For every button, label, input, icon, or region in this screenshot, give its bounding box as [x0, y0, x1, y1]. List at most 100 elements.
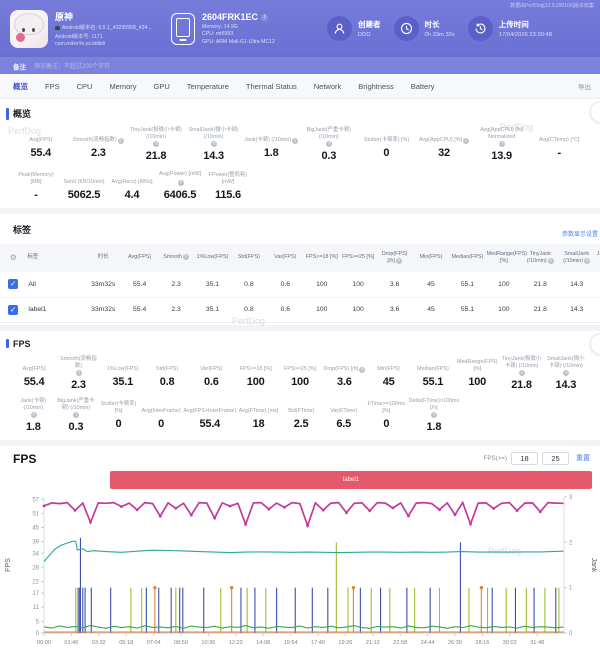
tab-brightness[interactable]: Brightness [358, 82, 393, 91]
info-icon[interactable]: ? [519, 370, 525, 376]
clock-icon [394, 16, 419, 41]
info-icon[interactable]: ? [178, 180, 184, 186]
fps-stats-section: FPS Avg(FPS)55.4Smooth(流畅指数)?2.31%Low(FP… [0, 331, 600, 440]
stat-value: 55.4 [13, 376, 55, 388]
info-icon[interactable]: ? [463, 138, 469, 144]
stat-cell: Jank(卡顿) (/10min)?1.8 [242, 125, 300, 164]
info-icon[interactable]: ? [563, 370, 569, 376]
device-info-icon[interactable]: i [261, 14, 268, 21]
label1-banner[interactable]: label1 [110, 471, 592, 489]
stat-label: Var(FPS) [190, 356, 232, 373]
stat-value: 0 [366, 418, 407, 430]
info-icon[interactable]: ? [183, 254, 189, 260]
stat-cell: Avg(FPS)55.4 [12, 354, 56, 393]
info-icon[interactable]: ? [31, 412, 37, 418]
labels-title: 标签 [13, 225, 31, 235]
fps-threshold-input-2[interactable]: 25 [542, 452, 569, 465]
stat-label: FPS>=25 [%] [279, 356, 321, 373]
stat-value: 3.6 [323, 376, 365, 388]
stat-value: 1.8 [243, 147, 299, 159]
stat-label: Min(FPS) [367, 356, 409, 373]
stat-label: Send (KB/10min) [61, 169, 107, 186]
table-cell: 21.8 [522, 297, 558, 322]
tab-fps[interactable]: FPS [45, 82, 60, 91]
device-name: 2604FRK1EC [202, 12, 258, 22]
stat-label: Smooth(流畅指数)? [57, 356, 99, 376]
fps-threshold-input-1[interactable]: 18 [511, 452, 538, 465]
svg-text:28: 28 [32, 565, 39, 571]
stat-label: 1%Low(FPS) [102, 356, 144, 373]
tab-memory[interactable]: Memory [109, 82, 136, 91]
info-icon[interactable]: ? [431, 412, 437, 418]
duration-label: 时长 [425, 19, 455, 30]
column-header: FPS>=18 [%] [304, 244, 340, 272]
reset-button[interactable]: 重置 [576, 453, 590, 463]
stat-value: 55.4 [13, 147, 69, 159]
svg-text:45: 45 [32, 525, 39, 531]
info-icon[interactable]: ? [396, 258, 402, 264]
svg-text:22:58: 22:58 [393, 640, 407, 646]
stat-label: MedRange(FPS)[%] [456, 356, 498, 373]
tab-概览[interactable]: 概览 [13, 81, 28, 92]
creator-label: 创建者 [358, 19, 381, 30]
upload-time-value: 17/04/2026 23:30:48 [499, 32, 552, 38]
tab-thermal-status[interactable]: Thermal Status [246, 82, 297, 91]
overview-title: 概览 [0, 107, 600, 120]
stat-cell: Std(FTime)2.5 [280, 396, 323, 435]
table-cell: 55.4 [121, 297, 157, 322]
stat-label: Smooth(流畅指数)? [71, 127, 127, 144]
row-checkbox[interactable]: ✓ [8, 305, 18, 315]
stat-label: Std(FTime) [281, 398, 322, 415]
info-icon[interactable]: ? [118, 138, 124, 144]
stat-label: Avg(Recv) [KB/s] [109, 169, 155, 186]
info-icon[interactable]: ? [153, 141, 159, 147]
fps-collapse-button[interactable] [590, 333, 600, 355]
fps-chart-canvas[interactable]: 05111722283439455157012300:0001:4603:320… [0, 491, 600, 654]
tab-gpu[interactable]: GPU [154, 82, 170, 91]
svg-text:Jank: Jank [590, 557, 597, 572]
table-cell: 55.1 [449, 272, 485, 297]
table-settings-gear-icon[interactable]: ⚙ [10, 253, 17, 262]
column-header: Jank (/10min)? [595, 244, 600, 272]
device-info: 2604FRK1ECi Memory: 14.9G CPU: mt6993 GP… [171, 12, 314, 45]
tab-temperature[interactable]: Temperature [187, 82, 229, 91]
export-button[interactable]: 导出 [578, 81, 591, 91]
tab-battery[interactable]: Battery [411, 82, 435, 91]
stat-cell: Avg(FPS) 55.4 [12, 125, 70, 164]
stat-label: Avg(FPS) [13, 127, 69, 144]
info-icon[interactable]: ? [76, 370, 82, 376]
table-cell: 100 [340, 297, 376, 322]
row-checkbox[interactable]: ✓ [8, 279, 18, 289]
header: 数据由PerfDog[12.0.290106]版本收集 原神 Android版本… [0, 0, 600, 57]
stat-label: Avg(FTime) [ms] [238, 398, 279, 415]
info-icon[interactable]: ? [499, 141, 505, 147]
fps-threshold-label: FPS(>=) [484, 455, 507, 462]
info-icon[interactable]: ? [292, 138, 298, 144]
info-icon[interactable]: ? [73, 412, 79, 418]
svg-text:2: 2 [569, 540, 573, 546]
stat-cell: BigJank(严重卡顿) (/10min)?0.3 [300, 125, 358, 164]
svg-text:51: 51 [32, 511, 39, 517]
info-icon[interactable]: ? [548, 258, 554, 264]
info-icon[interactable]: ? [326, 141, 332, 147]
info-icon[interactable]: ? [211, 141, 217, 147]
display-settings-link[interactable]: 参数显示设置 [562, 229, 598, 238]
note-bar[interactable]: 备注 添加备注，不超过200个字符 [0, 57, 600, 74]
tab-cpu[interactable]: CPU [77, 82, 93, 91]
fps-chart-section: FPS FPS(>=) 18 25 重置 label1 051117222834… [0, 446, 600, 655]
stat-value: 115.6 [205, 189, 251, 201]
device-gpu: GPU: ARM Mali-G1-Ultra MC12 [202, 39, 314, 45]
stat-cell: Var(FPS)0.6 [189, 354, 233, 393]
stat-cell: Std(FPS)0.8 [145, 354, 189, 393]
stat-value: 45 [367, 376, 409, 388]
column-header: Avg(FPS) [121, 244, 157, 272]
app-icon [10, 10, 48, 48]
info-icon[interactable]: ? [584, 258, 590, 264]
table-cell: 100 [486, 297, 522, 322]
info-icon[interactable]: ? [359, 367, 365, 373]
column-header: FPS>=25 [%] [340, 244, 376, 272]
svg-text:0: 0 [36, 631, 40, 637]
column-header: 1%Low(FPS) [194, 244, 230, 272]
tab-network[interactable]: Network [314, 82, 342, 91]
table-cell: 0.6 [267, 297, 303, 322]
